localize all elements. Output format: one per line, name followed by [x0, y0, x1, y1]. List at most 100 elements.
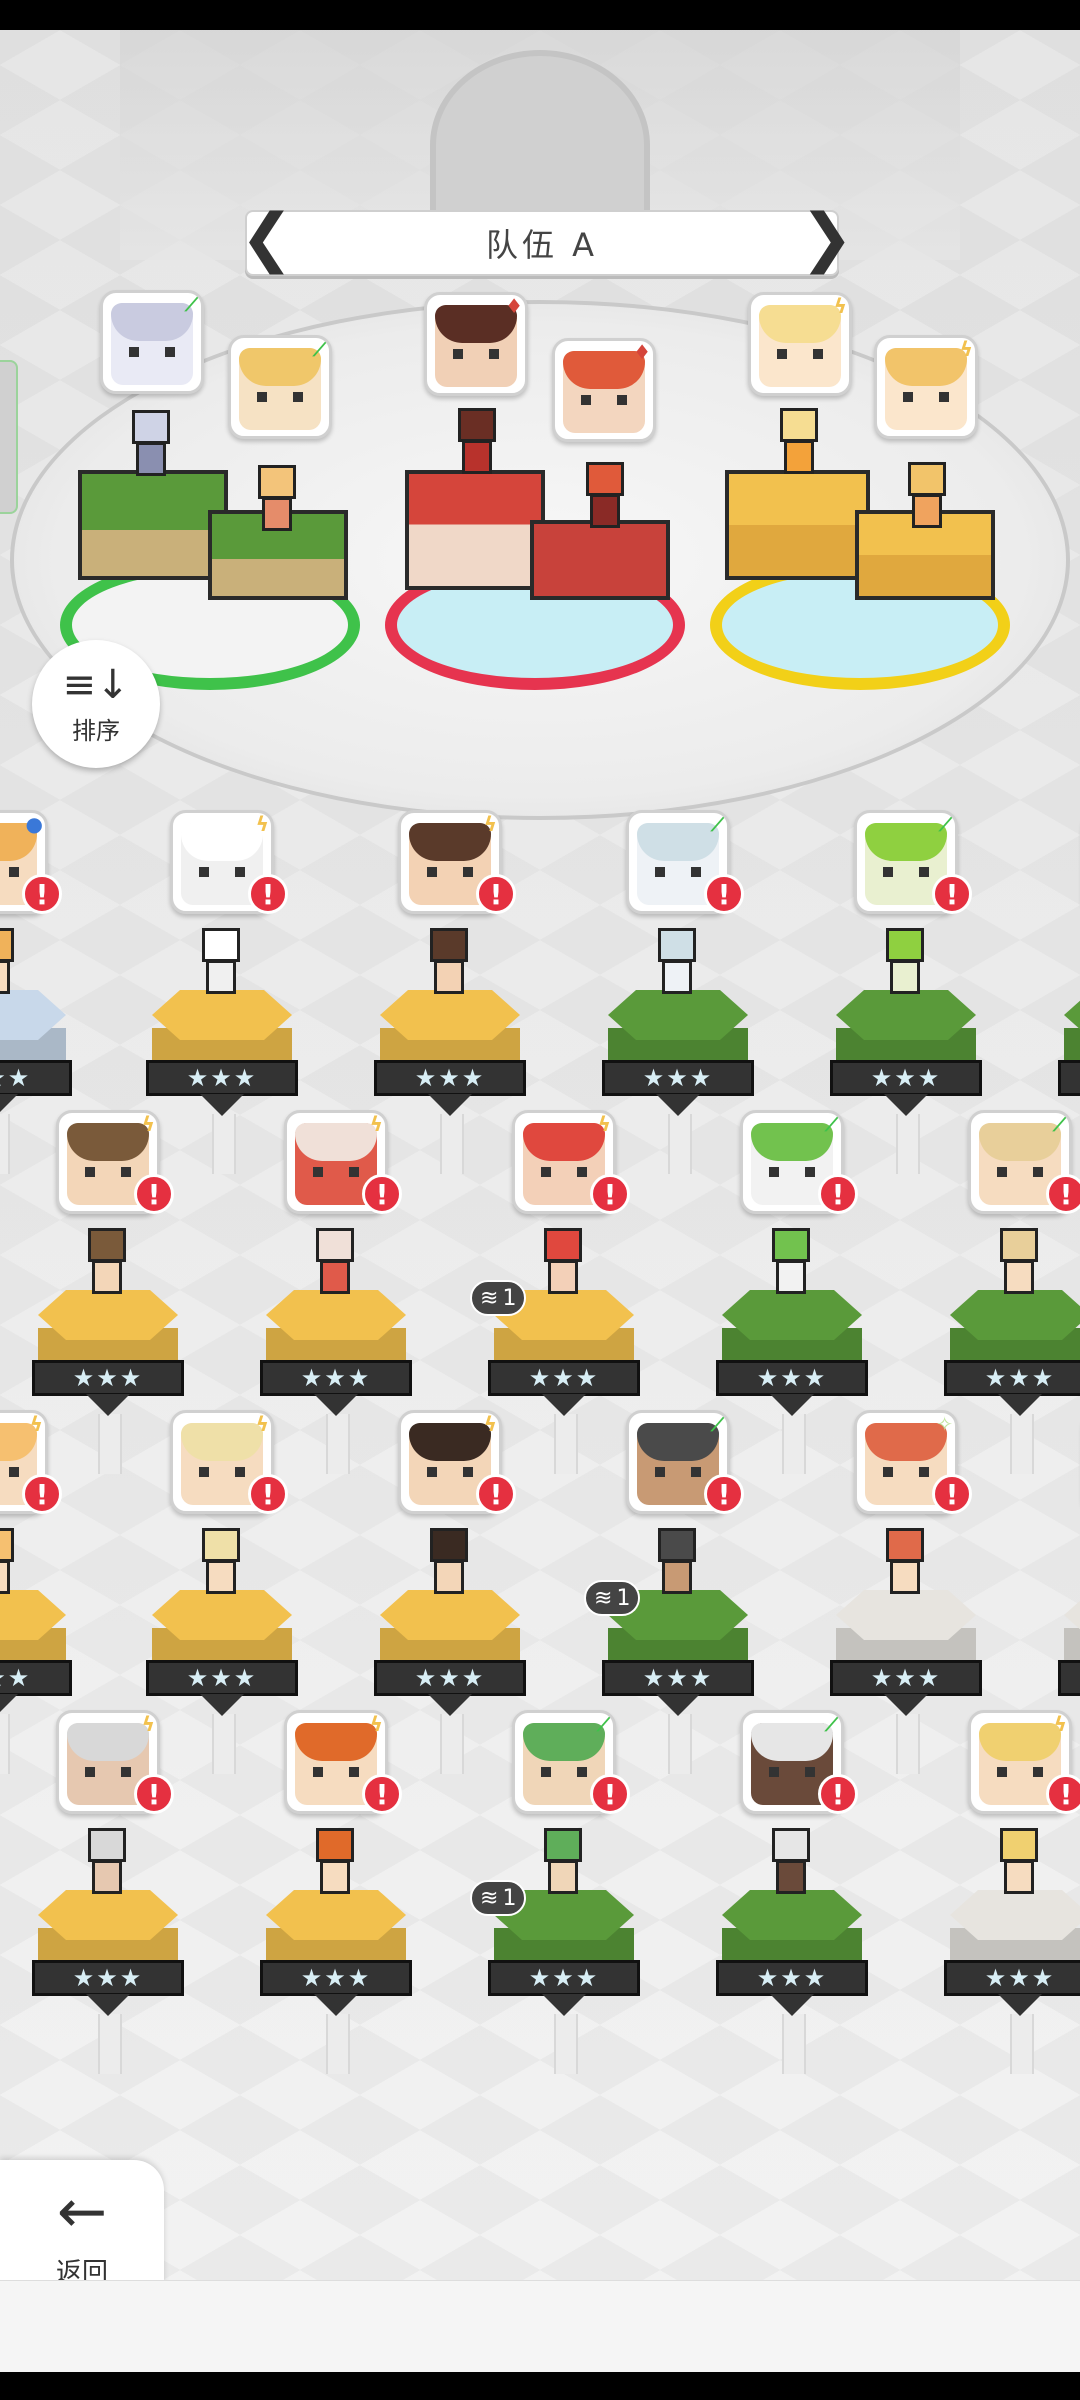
character-pedestal[interactable]: ★★★: [0, 990, 72, 1174]
character-pedestal[interactable]: ★★★: [830, 990, 982, 1174]
character-sprite[interactable]: [764, 1828, 818, 1898]
character-sprite[interactable]: [308, 1228, 362, 1298]
character-eyes: [0, 1467, 19, 1477]
character-pedestal[interactable]: ★★★: [260, 1890, 412, 2074]
leaf-icon: ⟋: [597, 1712, 611, 1736]
character-pedestal[interactable]: ★★★: [602, 990, 754, 1174]
pedestal-tip: [656, 1694, 700, 1716]
star-rating: ★★★: [146, 1060, 298, 1096]
character-pedestal[interactable]: ★★★: [1058, 990, 1080, 1120]
leaf-icon: ⟋: [825, 1112, 839, 1136]
star-rating: ★★★: [830, 1060, 982, 1096]
character-sprite[interactable]: [650, 1528, 704, 1598]
team-member-portrait[interactable]: ϟ: [874, 335, 978, 439]
character-pedestal[interactable]: ★★★: [260, 1290, 412, 1474]
character-sprite[interactable]: [124, 410, 178, 480]
pedestal-tip: [0, 1694, 18, 1716]
character-pedestal[interactable]: ★★★: [830, 1590, 982, 1774]
character-sprite[interactable]: [992, 1228, 1046, 1298]
pedestal-tip: [770, 1994, 814, 2016]
character-sprite[interactable]: [536, 1228, 590, 1298]
character-sprite[interactable]: [80, 1828, 134, 1898]
leaf-icon: ⟋: [313, 337, 327, 361]
star-rating: ★★★: [32, 1960, 184, 1996]
character-pedestal[interactable]: ★★★: [716, 1290, 868, 1474]
team-member-portrait[interactable]: ϟ: [748, 292, 852, 396]
new-alert-badge: !: [362, 1174, 402, 1214]
sort-button[interactable]: ≡↓ 排序: [32, 640, 160, 768]
character-sprite[interactable]: [80, 1228, 134, 1298]
system-nav-area: [0, 2280, 1080, 2373]
character-eyes: [997, 1167, 1043, 1177]
team-block[interactable]: [405, 470, 545, 590]
character-eyes: [199, 867, 245, 877]
character-sprite[interactable]: [308, 1828, 362, 1898]
pedestal-pole: [0, 1114, 10, 1174]
team-block[interactable]: [78, 470, 228, 580]
team-member-portrait[interactable]: ⟋: [228, 335, 332, 439]
character-eyes: [453, 349, 499, 359]
character-sprite[interactable]: [992, 1828, 1046, 1898]
side-drawer-handle[interactable]: [0, 360, 18, 514]
character-pedestal[interactable]: ★★★: [716, 1890, 868, 2074]
character-sprite[interactable]: [422, 928, 476, 998]
character-sprite[interactable]: [650, 928, 704, 998]
team-member-portrait[interactable]: ♦: [552, 338, 656, 442]
character-pedestal[interactable]: ★★★: [32, 1290, 184, 1474]
new-alert-badge: !: [362, 1774, 402, 1814]
lightning-icon: ϟ: [483, 812, 497, 836]
character-pedestal[interactable]: ★★★: [374, 1590, 526, 1774]
character-hair: [523, 1123, 605, 1161]
new-alert-badge: !: [818, 1774, 858, 1814]
star-rating: ★★★: [1058, 1060, 1080, 1096]
team-member-portrait[interactable]: ⟋: [100, 290, 204, 394]
pedestal-tip: [314, 1994, 358, 2016]
pedestal-pole: [326, 2014, 350, 2074]
character-pedestal[interactable]: ★★★: [1058, 1590, 1080, 1720]
character-sprite[interactable]: [772, 408, 826, 478]
character-sprite[interactable]: [422, 1528, 476, 1598]
character-pedestal[interactable]: ★★★: [944, 1890, 1080, 2074]
new-alert-badge: !: [22, 874, 62, 914]
star-rating: ★★★: [260, 1360, 412, 1396]
character-eyes: [313, 1767, 359, 1777]
new-alert-badge: !: [1046, 1774, 1080, 1814]
character-sprite[interactable]: [0, 928, 22, 998]
team-block[interactable]: [725, 470, 870, 580]
character-sprite[interactable]: [194, 1528, 248, 1598]
character-sprite[interactable]: [764, 1228, 818, 1298]
character-hair: [181, 1423, 263, 1461]
new-alert-badge: !: [590, 1774, 630, 1814]
new-alert-badge: !: [476, 1474, 516, 1514]
character-sprite[interactable]: [194, 928, 248, 998]
character-pedestal[interactable]: ★★★: [0, 1590, 72, 1774]
star-rating: ★★★: [1058, 1660, 1080, 1696]
team-block[interactable]: [530, 520, 670, 600]
pedestal-tip: [770, 1394, 814, 1416]
character-sprite[interactable]: [536, 1828, 590, 1898]
character-pedestal[interactable]: ★★★: [146, 1590, 298, 1774]
character-sprite[interactable]: [578, 462, 632, 532]
lightning-icon: ϟ: [255, 1412, 269, 1436]
character-hair: [637, 1423, 719, 1461]
character-hair: [865, 823, 947, 861]
back-button[interactable]: ← 返回: [0, 2160, 164, 2280]
character-sprite[interactable]: [0, 1528, 22, 1598]
team-member-portrait[interactable]: ♦: [424, 292, 528, 396]
fire-icon: ♦: [505, 294, 523, 318]
character-pedestal[interactable]: ★★★: [374, 990, 526, 1174]
character-pedestal[interactable]: ★★★: [32, 1890, 184, 2074]
prev-team-button[interactable]: ❮: [240, 202, 294, 274]
character-sprite[interactable]: [450, 408, 504, 478]
character-sprite[interactable]: [878, 1528, 932, 1598]
character-sprite[interactable]: [878, 928, 932, 998]
team-title: 队伍 A: [245, 210, 839, 276]
character-pedestal[interactable]: ★★★: [146, 990, 298, 1174]
character-sprite[interactable]: [250, 465, 304, 535]
character-pedestal[interactable]: ★★★: [944, 1290, 1080, 1474]
next-team-button[interactable]: ❯: [800, 202, 854, 274]
character-sprite[interactable]: [900, 462, 954, 532]
star-rating: ★★★: [0, 1060, 72, 1096]
pedestal-tip: [656, 1094, 700, 1116]
new-alert-badge: !: [1046, 1174, 1080, 1214]
